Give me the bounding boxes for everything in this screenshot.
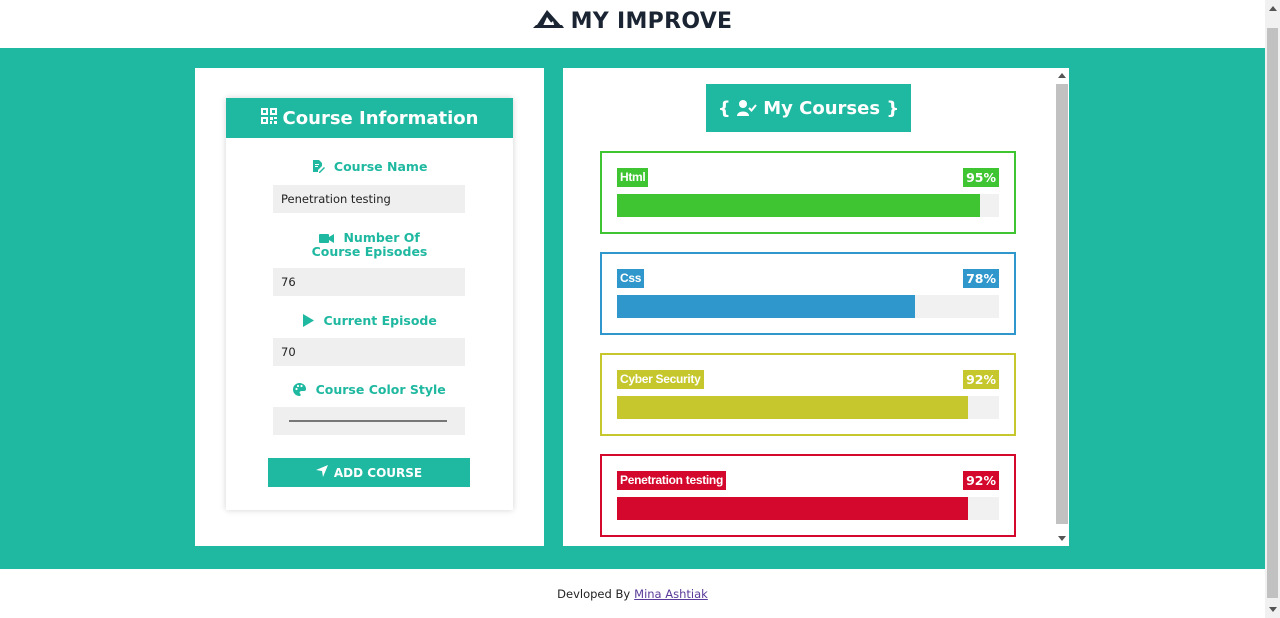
- course-percent-badge: 95%: [963, 168, 999, 187]
- color-style-label: Course Color Style: [226, 383, 513, 397]
- footer-prefix: Devloped By: [557, 586, 631, 601]
- color-swatch: [289, 420, 447, 422]
- logo[interactable]: MY IMPROVE: [532, 8, 733, 34]
- progress-track: [617, 497, 999, 520]
- page-scroll-down-arrow[interactable]: [1269, 607, 1277, 612]
- site-header: MY IMPROVE: [0, 0, 1265, 48]
- palette-icon: [293, 382, 315, 397]
- qrcode-icon: [260, 107, 277, 129]
- course-form-card: Course Information Course Name Penetrati…: [226, 98, 513, 510]
- author-link[interactable]: Mina Ashtiak: [634, 587, 708, 601]
- scroll-thumb[interactable]: [1056, 84, 1068, 524]
- progress-fill: [617, 497, 969, 520]
- course-percent-badge: 92%: [963, 370, 999, 389]
- current-episode-input[interactable]: 70: [273, 338, 465, 366]
- page-scroll-up-arrow[interactable]: [1269, 6, 1277, 11]
- episodes-label: Number Of Course Episodes: [311, 230, 428, 259]
- progress-fill: [617, 295, 915, 318]
- current-episode-label: Current Episode: [226, 314, 513, 328]
- page-scrollbar[interactable]: [1265, 0, 1280, 618]
- logo-text: MY IMPROVE: [570, 8, 733, 34]
- course-card: Cyber Security 92%: [600, 353, 1016, 436]
- progress-track: [617, 396, 999, 419]
- page-scroll-thumb[interactable]: [1267, 28, 1278, 598]
- color-style-picker[interactable]: [273, 407, 465, 435]
- scroll-up-arrow[interactable]: [1058, 73, 1066, 78]
- course-name-label: Course Name: [226, 160, 513, 174]
- course-card: Html 95%: [600, 151, 1016, 234]
- course-card: Css 78%: [600, 252, 1016, 335]
- courses-panel: { My Courses } Html 95% Css 78% Cyber Securi…: [563, 68, 1069, 546]
- form-header: Course Information: [226, 98, 513, 138]
- course-name-badge: Penetration testing: [617, 471, 726, 490]
- scroll-down-arrow[interactable]: [1058, 536, 1066, 541]
- main-section: Course Information Course Name Penetrati…: [0, 48, 1265, 569]
- courses-title-text: { My Courses }: [717, 97, 900, 119]
- video-camera-icon: [319, 230, 343, 245]
- course-name-badge: Html: [617, 168, 649, 187]
- paper-plane-logo-icon: [532, 9, 565, 34]
- progress-track: [617, 295, 999, 318]
- course-card: Penetration testing 92%: [600, 454, 1016, 537]
- course-name-badge: Cyber Security: [617, 370, 704, 389]
- site-footer: Devloped By Mina Ashtiak: [0, 569, 1265, 618]
- add-course-button[interactable]: ADD COURSE: [268, 458, 470, 487]
- course-percent-badge: 78%: [963, 269, 999, 288]
- progress-fill: [617, 396, 969, 419]
- location-arrow-icon: [315, 465, 328, 480]
- courses-scrollbar[interactable]: [1055, 68, 1069, 546]
- play-icon: [302, 313, 323, 328]
- edit-file-icon: [312, 159, 334, 174]
- course-form-panel: Course Information Course Name Penetrati…: [195, 68, 544, 546]
- progress-track: [617, 194, 999, 217]
- episodes-input[interactable]: 76: [273, 268, 465, 296]
- course-percent-badge: 92%: [963, 471, 999, 490]
- courses-title: { My Courses }: [706, 84, 911, 132]
- course-name-badge: Css: [617, 269, 645, 288]
- user-check-icon: [736, 98, 763, 119]
- course-name-input[interactable]: Penetration testing: [273, 185, 465, 213]
- form-title: Course Information: [282, 107, 479, 129]
- progress-fill: [617, 194, 980, 217]
